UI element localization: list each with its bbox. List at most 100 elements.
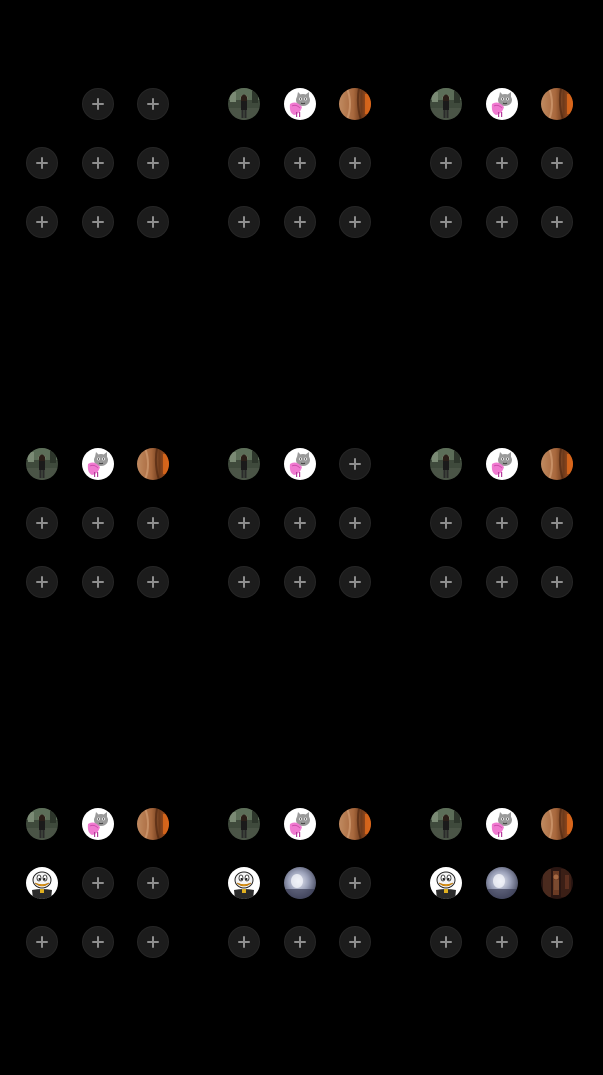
add-friend-button[interactable] xyxy=(339,926,371,958)
add-friend-button[interactable] xyxy=(541,926,573,958)
avatar-wood-orange[interactable] xyxy=(339,88,371,120)
avatar-cartoon-duck[interactable] xyxy=(430,867,462,899)
add-friend-button[interactable] xyxy=(26,206,58,238)
add-friend-button[interactable] xyxy=(26,507,58,539)
add-friend-button[interactable] xyxy=(541,507,573,539)
add-friend-button[interactable] xyxy=(81,926,114,958)
add-friend-button[interactable] xyxy=(81,206,114,238)
plus-icon xyxy=(91,576,104,588)
add-friend-button[interactable] xyxy=(283,507,316,539)
add-friend-button[interactable] xyxy=(137,926,169,958)
add-friend-button[interactable] xyxy=(283,147,316,179)
avatar-blurry-face[interactable] xyxy=(485,867,518,899)
add-friend-button[interactable] xyxy=(228,507,260,539)
add-friend-button[interactable] xyxy=(485,566,518,598)
add-friend-button[interactable] xyxy=(430,507,462,539)
plus-icon xyxy=(349,877,361,889)
add-friend-button[interactable] xyxy=(81,147,114,179)
add-friend-button[interactable] xyxy=(339,206,371,238)
plus-icon xyxy=(551,157,563,169)
add-friend-button[interactable] xyxy=(137,507,169,539)
add-friend-button[interactable] xyxy=(137,206,169,238)
add-friend-button[interactable] xyxy=(137,566,169,598)
panel-5 xyxy=(228,448,408,628)
add-friend-button[interactable] xyxy=(137,867,169,899)
avatar-dark-interior[interactable] xyxy=(541,867,573,899)
avatar-wood-orange[interactable] xyxy=(137,808,169,840)
add-friend-button[interactable] xyxy=(228,566,260,598)
add-friend-button[interactable] xyxy=(26,147,58,179)
add-friend-button[interactable] xyxy=(430,926,462,958)
avatar-wood-orange[interactable] xyxy=(541,808,573,840)
avatar-cartoon-cat-pink[interactable] xyxy=(283,808,316,840)
plus-icon xyxy=(238,216,250,228)
avatar-cartoon-cat-pink[interactable] xyxy=(485,808,518,840)
avatar-cartoon-cat-pink[interactable] xyxy=(81,448,114,480)
avatar-cartoon-cat-pink[interactable] xyxy=(283,88,316,120)
avatar-wood-orange[interactable] xyxy=(541,88,573,120)
add-friend-button[interactable] xyxy=(541,206,573,238)
avatar-person-street[interactable] xyxy=(26,808,58,840)
add-friend-button[interactable] xyxy=(485,147,518,179)
plus-icon xyxy=(238,517,250,529)
plus-icon xyxy=(440,576,452,588)
add-friend-button[interactable] xyxy=(339,147,371,179)
plus-icon xyxy=(551,576,563,588)
avatar-cartoon-duck[interactable] xyxy=(26,867,58,899)
avatar-person-street[interactable] xyxy=(430,448,462,480)
add-friend-button[interactable] xyxy=(430,147,462,179)
plus-icon xyxy=(293,517,306,529)
add-friend-button[interactable] xyxy=(541,566,573,598)
avatar-wood-orange[interactable] xyxy=(137,448,169,480)
avatar-wood-orange[interactable] xyxy=(339,808,371,840)
panel-2 xyxy=(228,88,408,268)
add-friend-button[interactable] xyxy=(485,507,518,539)
plus-icon xyxy=(91,98,104,110)
avatar-person-street[interactable] xyxy=(26,448,58,480)
plus-icon xyxy=(349,458,361,470)
add-friend-button[interactable] xyxy=(228,926,260,958)
avatar-person-street[interactable] xyxy=(228,808,260,840)
avatar-person-street[interactable] xyxy=(430,88,462,120)
add-friend-button[interactable] xyxy=(228,147,260,179)
avatar-person-street[interactable] xyxy=(430,808,462,840)
add-friend-button[interactable] xyxy=(81,507,114,539)
add-friend-button[interactable] xyxy=(339,507,371,539)
avatar-cartoon-cat-pink[interactable] xyxy=(485,88,518,120)
avatar-wood-orange[interactable] xyxy=(541,448,573,480)
add-friend-button[interactable] xyxy=(283,566,316,598)
plus-icon xyxy=(495,157,508,169)
add-friend-button[interactable] xyxy=(339,867,371,899)
avatar-cartoon-cat-pink[interactable] xyxy=(81,808,114,840)
add-friend-button[interactable] xyxy=(283,926,316,958)
plus-icon xyxy=(551,517,563,529)
plus-icon xyxy=(36,157,48,169)
avatar-blurry-face[interactable] xyxy=(283,867,316,899)
add-friend-button[interactable] xyxy=(137,147,169,179)
plus-icon xyxy=(349,576,361,588)
add-friend-button[interactable] xyxy=(430,206,462,238)
add-friend-button[interactable] xyxy=(283,206,316,238)
add-friend-button[interactable] xyxy=(541,147,573,179)
avatar-person-street[interactable] xyxy=(228,88,260,120)
add-friend-button[interactable] xyxy=(81,566,114,598)
add-friend-button[interactable] xyxy=(430,566,462,598)
add-friend-button[interactable] xyxy=(339,448,371,480)
add-friend-button[interactable] xyxy=(485,206,518,238)
add-friend-button[interactable] xyxy=(485,926,518,958)
avatar-cartoon-cat-pink[interactable] xyxy=(485,448,518,480)
add-friend-button[interactable] xyxy=(26,566,58,598)
add-friend-button[interactable] xyxy=(81,867,114,899)
avatar-cartoon-cat-pink[interactable] xyxy=(283,448,316,480)
avatar-cartoon-duck[interactable] xyxy=(228,867,260,899)
add-friend-button[interactable] xyxy=(137,88,169,120)
add-friend-button[interactable] xyxy=(26,926,58,958)
panel-3 xyxy=(430,88,603,268)
avatar-person-street[interactable] xyxy=(228,448,260,480)
plus-icon xyxy=(91,877,104,889)
plus-icon xyxy=(440,216,452,228)
add-friend-button[interactable] xyxy=(81,88,114,120)
add-friend-button[interactable] xyxy=(228,206,260,238)
plus-icon xyxy=(349,517,361,529)
add-friend-button[interactable] xyxy=(339,566,371,598)
